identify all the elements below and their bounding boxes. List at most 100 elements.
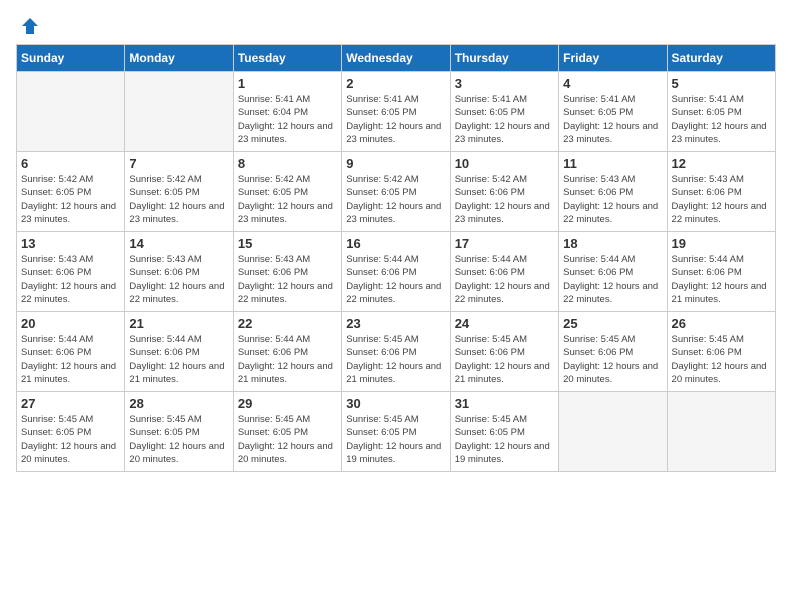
page-header — [16, 16, 776, 36]
calendar-cell: 15 Sunrise: 5:43 AMSunset: 6:06 PMDayligh… — [233, 232, 341, 312]
day-info: Sunrise: 5:45 AMSunset: 6:05 PMDaylight:… — [238, 413, 337, 466]
calendar-cell: 11Sunrise: 5:43 AMSunset: 6:06 PMDayligh… — [559, 152, 667, 232]
calendar-cell: 7 Sunrise: 5:42 AMSunset: 6:05 PMDaylight… — [125, 152, 233, 232]
calendar-cell: 29Sunrise: 5:45 AMSunset: 6:05 PMDayligh… — [233, 392, 341, 472]
logo — [16, 16, 40, 36]
day-number: 7 — [129, 156, 228, 171]
day-info: Sunrise: 5:41 AMSunset: 6:04 PMDaylight:… — [238, 93, 337, 146]
day-info: Sunrise: 5:44 AMSunset: 6:06 PMDaylight:… — [455, 253, 554, 306]
calendar-cell: 23 Sunrise: 5:45 AMSunset: 6:06 PMDayligh… — [342, 312, 450, 392]
day-info: Sunrise: 5:42 AMSunset: 6:05 PMDaylight:… — [238, 173, 337, 226]
calendar-cell: 5Sunrise: 5:41 AMSunset: 6:05 PMDaylight… — [667, 72, 775, 152]
week-row-1: 1 Sunrise: 5:41 AMSunset: 6:04 PMDaylight… — [17, 72, 776, 152]
day-header-thursday: Thursday — [450, 45, 558, 72]
calendar-cell: 3 Sunrise: 5:41 AMSunset: 6:05 PMDaylight… — [450, 72, 558, 152]
calendar-cell: 21 Sunrise: 5:44 AMSunset: 6:06 PMDayligh… — [125, 312, 233, 392]
day-number: 23 — [346, 316, 445, 331]
week-row-5: 27 Sunrise: 5:45 AMSunset: 6:05 PMDayligh… — [17, 392, 776, 472]
week-row-2: 6 Sunrise: 5:42 AMSunset: 6:05 PMDaylight… — [17, 152, 776, 232]
day-number: 20 — [21, 316, 120, 331]
day-info: Sunrise: 5:43 AMSunset: 6:06 PMDaylight:… — [238, 253, 337, 306]
calendar-cell: 13Sunrise: 5:43 AMSunset: 6:06 PMDayligh… — [17, 232, 125, 312]
calendar-cell: 18Sunrise: 5:44 AMSunset: 6:06 PMDayligh… — [559, 232, 667, 312]
day-header-sunday: Sunday — [17, 45, 125, 72]
day-number: 15 — [238, 236, 337, 251]
calendar-cell: 24Sunrise: 5:45 AMSunset: 6:06 PMDayligh… — [450, 312, 558, 392]
day-info: Sunrise: 5:43 AMSunset: 6:06 PMDaylight:… — [563, 173, 662, 226]
day-number: 31 — [455, 396, 554, 411]
day-number: 26 — [672, 316, 771, 331]
calendar-cell: 20 Sunrise: 5:44 AMSunset: 6:06 PMDayligh… — [17, 312, 125, 392]
day-header-monday: Monday — [125, 45, 233, 72]
day-info: Sunrise: 5:45 AMSunset: 6:05 PMDaylight:… — [129, 413, 228, 466]
day-number: 14 — [129, 236, 228, 251]
day-number: 28 — [129, 396, 228, 411]
calendar-cell: 8 Sunrise: 5:42 AMSunset: 6:05 PMDaylight… — [233, 152, 341, 232]
calendar-cell — [125, 72, 233, 152]
day-info: Sunrise: 5:44 AMSunset: 6:06 PMDaylight:… — [238, 333, 337, 386]
day-info: Sunrise: 5:42 AMSunset: 6:05 PMDaylight:… — [21, 173, 120, 226]
day-header-saturday: Saturday — [667, 45, 775, 72]
calendar-table: SundayMondayTuesdayWednesdayThursdayFrid… — [16, 44, 776, 472]
day-number: 24 — [455, 316, 554, 331]
day-info: Sunrise: 5:44 AMSunset: 6:06 PMDaylight:… — [21, 333, 120, 386]
calendar-cell: 26 Sunrise: 5:45 AMSunset: 6:06 PMDayligh… — [667, 312, 775, 392]
day-number: 22 — [238, 316, 337, 331]
calendar-header-row: SundayMondayTuesdayWednesdayThursdayFrid… — [17, 45, 776, 72]
day-number: 9 — [346, 156, 445, 171]
calendar-cell — [667, 392, 775, 472]
day-info: Sunrise: 5:45 AMSunset: 6:06 PMDaylight:… — [563, 333, 662, 386]
calendar-cell: 22 Sunrise: 5:44 AMSunset: 6:06 PMDayligh… — [233, 312, 341, 392]
day-number: 2 — [346, 76, 445, 91]
calendar-cell — [17, 72, 125, 152]
day-info: Sunrise: 5:45 AMSunset: 6:06 PMDaylight:… — [672, 333, 771, 386]
day-info: Sunrise: 5:41 AMSunset: 6:05 PMDaylight:… — [346, 93, 445, 146]
calendar-cell: 4 Sunrise: 5:41 AMSunset: 6:05 PMDaylight… — [559, 72, 667, 152]
day-number: 19 — [672, 236, 771, 251]
day-number: 21 — [129, 316, 228, 331]
week-row-3: 13 Sunrise: 5:43 AMSunset: 6:06 PMDayligh… — [17, 232, 776, 312]
calendar-cell: 2 Sunrise: 5:41 AMSunset: 6:05 PMDaylight… — [342, 72, 450, 152]
day-number: 4 — [563, 76, 662, 91]
day-info: Sunrise: 5:42 AMSunset: 6:05 PMDaylight:… — [346, 173, 445, 226]
day-number: 12 — [672, 156, 771, 171]
day-info: Sunrise: 5:45 AMSunset: 6:05 PMDaylight:… — [21, 413, 120, 466]
day-header-tuesday: Tuesday — [233, 45, 341, 72]
day-number: 6 — [21, 156, 120, 171]
calendar-cell: 17 Sunrise: 5:44 AMSunset: 6:06 PMDayligh… — [450, 232, 558, 312]
calendar-cell: 1 Sunrise: 5:41 AMSunset: 6:04 PMDaylight… — [233, 72, 341, 152]
day-number: 16 — [346, 236, 445, 251]
day-number: 27 — [21, 396, 120, 411]
logo-icon — [20, 16, 40, 36]
calendar-cell: 16Sunrise: 5:44 AMSunset: 6:06 PMDayligh… — [342, 232, 450, 312]
day-number: 3 — [455, 76, 554, 91]
calendar-cell: 9 Sunrise: 5:42 AMSunset: 6:05 PMDaylight… — [342, 152, 450, 232]
day-header-wednesday: Wednesday — [342, 45, 450, 72]
calendar-cell: 19 Sunrise: 5:44 AMSunset: 6:06 PMDayligh… — [667, 232, 775, 312]
day-info: Sunrise: 5:44 AMSunset: 6:06 PMDaylight:… — [129, 333, 228, 386]
day-info: Sunrise: 5:41 AMSunset: 6:05 PMDaylight:… — [563, 93, 662, 146]
day-info: Sunrise: 5:45 AMSunset: 6:05 PMDaylight:… — [455, 413, 554, 466]
day-info: Sunrise: 5:43 AMSunset: 6:06 PMDaylight:… — [129, 253, 228, 306]
day-info: Sunrise: 5:42 AMSunset: 6:05 PMDaylight:… — [129, 173, 228, 226]
calendar-cell: 14 Sunrise: 5:43 AMSunset: 6:06 PMDayligh… — [125, 232, 233, 312]
day-info: Sunrise: 5:41 AMSunset: 6:05 PMDaylight:… — [672, 93, 771, 146]
calendar-cell: 10Sunrise: 5:42 AMSunset: 6:06 PMDayligh… — [450, 152, 558, 232]
calendar-cell: 27 Sunrise: 5:45 AMSunset: 6:05 PMDayligh… — [17, 392, 125, 472]
calendar-cell: 30 Sunrise: 5:45 AMSunset: 6:05 PMDayligh… — [342, 392, 450, 472]
day-info: Sunrise: 5:43 AMSunset: 6:06 PMDaylight:… — [672, 173, 771, 226]
day-number: 18 — [563, 236, 662, 251]
day-info: Sunrise: 5:41 AMSunset: 6:05 PMDaylight:… — [455, 93, 554, 146]
day-number: 13 — [21, 236, 120, 251]
day-number: 8 — [238, 156, 337, 171]
day-number: 30 — [346, 396, 445, 411]
day-info: Sunrise: 5:42 AMSunset: 6:06 PMDaylight:… — [455, 173, 554, 226]
day-number: 1 — [238, 76, 337, 91]
calendar-cell — [559, 392, 667, 472]
day-info: Sunrise: 5:45 AMSunset: 6:05 PMDaylight:… — [346, 413, 445, 466]
day-header-friday: Friday — [559, 45, 667, 72]
day-info: Sunrise: 5:44 AMSunset: 6:06 PMDaylight:… — [672, 253, 771, 306]
day-info: Sunrise: 5:45 AMSunset: 6:06 PMDaylight:… — [346, 333, 445, 386]
calendar-cell: 6 Sunrise: 5:42 AMSunset: 6:05 PMDaylight… — [17, 152, 125, 232]
day-number: 17 — [455, 236, 554, 251]
